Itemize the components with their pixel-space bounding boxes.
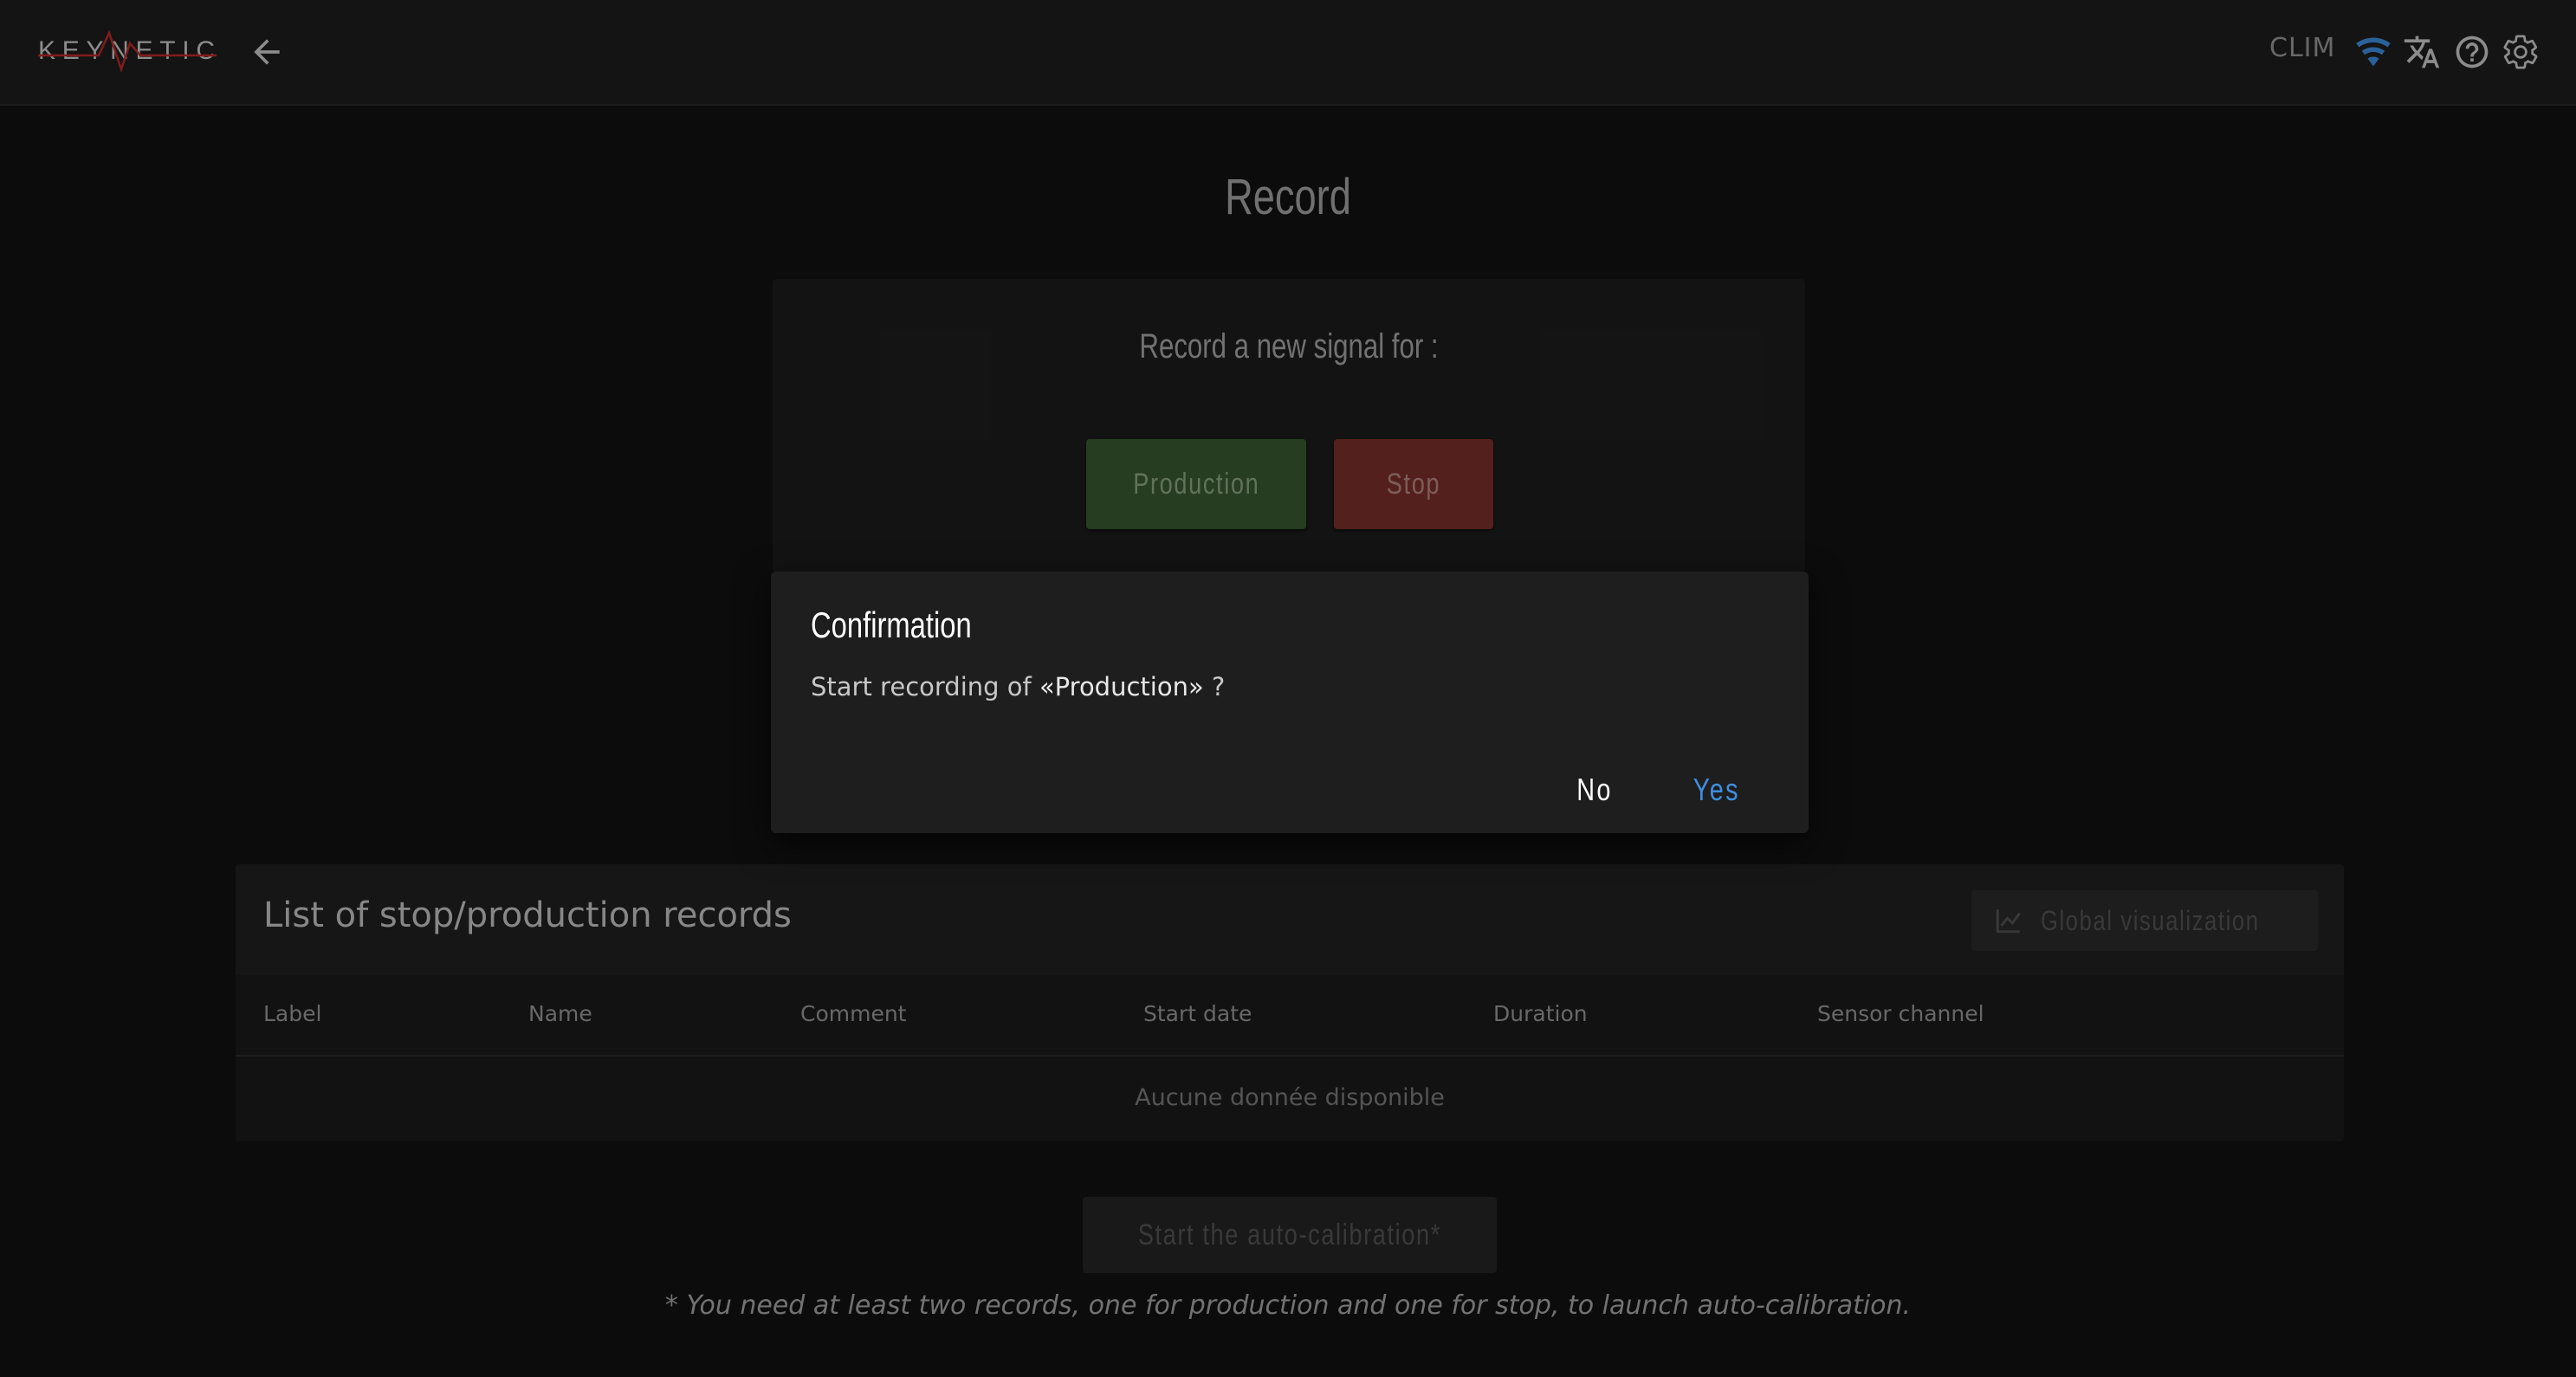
dialog-message: Start recording of «Production» ?	[811, 672, 1225, 701]
dialog-message-prefix: Start recording of	[811, 672, 1039, 701]
no-button-label: No	[1576, 772, 1613, 807]
confirmation-dialog: Confirmation Start recording of «Product…	[771, 572, 1809, 833]
yes-button-label: Yes	[1693, 772, 1741, 807]
no-button[interactable]: No	[1561, 766, 1628, 814]
dialog-message-suffix: ?	[1203, 672, 1226, 701]
yes-button[interactable]: Yes	[1677, 766, 1757, 814]
dialog-title: Confirmation	[811, 604, 972, 645]
dialog-message-target: «Production»	[1039, 672, 1204, 701]
